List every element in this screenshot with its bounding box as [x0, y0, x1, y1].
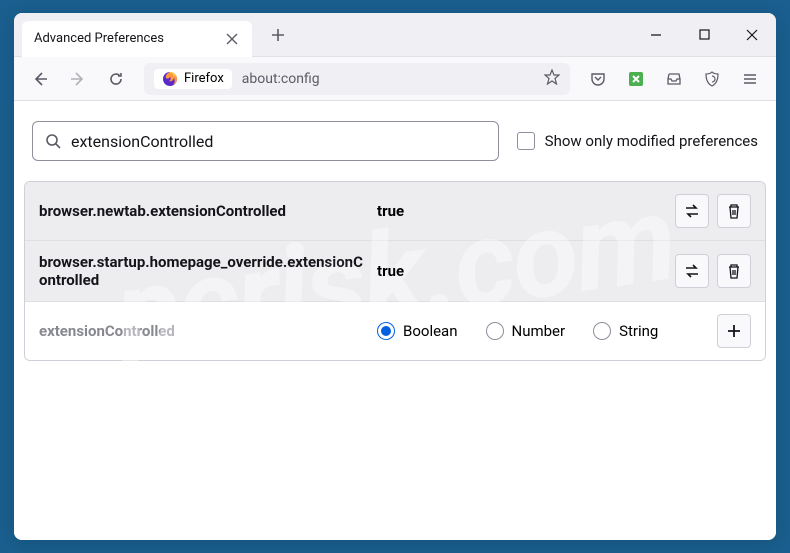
close-icon — [226, 33, 238, 45]
checkbox-icon — [517, 132, 535, 150]
radio-icon — [593, 322, 611, 340]
config-content: Show only modified preferences browser.n… — [14, 101, 776, 540]
reload-icon — [108, 71, 124, 87]
identity-label: Firefox — [184, 71, 224, 86]
plus-icon — [726, 323, 742, 339]
toggle-icon — [683, 262, 701, 280]
firefox-icon — [162, 71, 178, 87]
pref-name: browser.startup.homepage_override.extens… — [39, 253, 369, 289]
window-controls — [632, 13, 776, 57]
titlebar: Advanced Preferences — [14, 13, 776, 57]
radio-label: Boolean — [403, 322, 458, 340]
forward-button[interactable] — [62, 63, 94, 95]
close-window-button[interactable] — [728, 13, 776, 57]
inbox-button[interactable] — [658, 63, 690, 95]
reload-button[interactable] — [100, 63, 132, 95]
new-pref-row: extensionControlled Boolean Number Strin… — [25, 302, 765, 360]
type-radio-group: Boolean Number String — [377, 322, 701, 340]
minimize-button[interactable] — [632, 13, 680, 57]
pref-list: browser.newtab.extensionControlled true … — [24, 181, 766, 361]
maximize-button[interactable] — [680, 13, 728, 57]
site-identity[interactable]: Firefox — [154, 69, 232, 89]
pref-search-input[interactable] — [71, 132, 486, 151]
bookmark-button[interactable] — [544, 69, 560, 89]
extension-button[interactable] — [620, 63, 652, 95]
plus-icon — [271, 28, 285, 42]
radio-label: Number — [512, 322, 566, 340]
browser-window: Advanced Preferences Firefox about:confi… — [14, 13, 776, 540]
tab-title: Advanced Preferences — [34, 31, 164, 46]
search-icon — [45, 133, 61, 149]
hamburger-icon — [742, 71, 758, 87]
toggle-icon — [683, 202, 701, 220]
pref-value: true — [377, 262, 667, 280]
pref-search-box[interactable] — [32, 121, 499, 161]
radio-label: String — [619, 322, 658, 340]
radio-icon — [486, 322, 504, 340]
shield-button[interactable] — [696, 63, 728, 95]
inbox-icon — [666, 71, 682, 87]
close-tab-button[interactable] — [224, 31, 240, 47]
add-pref-button[interactable] — [717, 314, 751, 348]
radio-icon — [377, 322, 395, 340]
new-tab-button[interactable] — [262, 19, 294, 51]
browser-tab[interactable]: Advanced Preferences — [22, 21, 252, 57]
trash-icon — [726, 263, 742, 279]
nav-toolbar: Firefox about:config — [14, 57, 776, 101]
trash-icon — [726, 203, 742, 219]
arrow-left-icon — [32, 71, 48, 87]
star-icon — [544, 69, 560, 85]
search-bar-row: Show only modified preferences — [24, 121, 766, 161]
url-bar[interactable]: Firefox about:config — [144, 63, 570, 95]
shield-icon — [704, 71, 720, 87]
radio-boolean[interactable]: Boolean — [377, 322, 458, 340]
reset-button[interactable] — [717, 254, 751, 288]
url-text: about:config — [242, 71, 320, 87]
arrow-right-icon — [70, 71, 86, 87]
pref-value: true — [377, 202, 667, 220]
pocket-button[interactable] — [582, 63, 614, 95]
radio-string[interactable]: String — [593, 322, 658, 340]
back-button[interactable] — [24, 63, 56, 95]
maximize-icon — [699, 29, 710, 40]
show-modified-checkbox[interactable]: Show only modified preferences — [517, 132, 758, 150]
toggle-button[interactable] — [675, 194, 709, 228]
new-pref-name: extensionControlled — [39, 322, 369, 340]
pref-name: browser.newtab.extensionControlled — [39, 202, 369, 220]
radio-number[interactable]: Number — [486, 322, 566, 340]
pref-row[interactable]: browser.startup.homepage_override.extens… — [25, 241, 765, 302]
minimize-icon — [650, 29, 662, 41]
checkbox-label: Show only modified preferences — [545, 132, 758, 150]
reset-button[interactable] — [717, 194, 751, 228]
app-menu-button[interactable] — [734, 63, 766, 95]
toggle-button[interactable] — [675, 254, 709, 288]
close-icon — [746, 29, 758, 41]
pocket-icon — [590, 71, 606, 87]
extension-icon — [628, 71, 644, 87]
pref-row[interactable]: browser.newtab.extensionControlled true — [25, 182, 765, 241]
